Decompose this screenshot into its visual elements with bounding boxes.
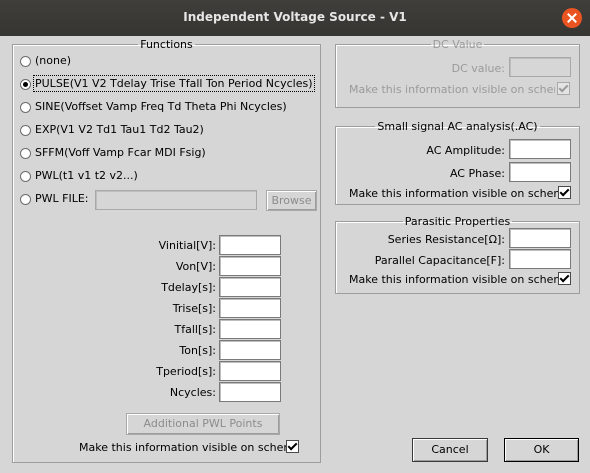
radio-sine[interactable] <box>20 102 31 113</box>
title-bar: Independent Voltage Source - V1 <box>0 0 590 36</box>
param-input-tdelay[interactable] <box>219 277 281 297</box>
ok-button[interactable]: OK <box>504 438 579 462</box>
dc-value-input[interactable] <box>509 57 571 77</box>
radio-label-pulse: PULSE(V1 V2 Tdelay Trise Tfall Ton Perio… <box>33 75 315 92</box>
radio-label-exp: EXP(V1 V2 Td1 Tau1 Td2 Tau2) <box>35 123 204 136</box>
window-title: Independent Voltage Source - V1 <box>183 10 407 24</box>
functions-visible-label: Make this information visible on schemat… <box>79 441 286 454</box>
param-input-trise[interactable] <box>219 298 281 318</box>
close-icon[interactable] <box>562 8 582 28</box>
param-input-ncycles[interactable] <box>219 382 281 402</box>
ac-phase-input[interactable] <box>509 162 571 182</box>
dc-visible-checkbox[interactable] <box>557 82 570 95</box>
param-label-tperiod: Tperiod[s]: <box>156 365 216 378</box>
param-label-ton: Ton[s]: <box>179 344 216 357</box>
param-label-von: Von[V]: <box>175 260 216 273</box>
param-input-ton[interactable] <box>219 340 281 360</box>
pwl-file-input[interactable] <box>95 190 257 210</box>
parasitic-visible-label: Make this information visible on schemat… <box>349 273 558 286</box>
parasitic-title: Parasitic Properties <box>404 215 511 228</box>
param-label-tfall: Tfall[s]: <box>174 323 216 336</box>
param-input-von[interactable] <box>219 256 281 276</box>
ac-amplitude-input[interactable] <box>509 139 571 159</box>
radio-pwl-file[interactable] <box>20 194 31 205</box>
radio-sffm[interactable] <box>20 148 31 159</box>
functions-visible-checkbox[interactable] <box>286 440 299 453</box>
parallel-capacitance-input[interactable] <box>509 249 571 269</box>
ac-analysis-title: Small signal AC analysis(.AC) <box>377 120 538 133</box>
series-resistance-label: Series Resistance[Ω]: <box>387 233 505 246</box>
dc-visible-label: Make this information visible on schemat… <box>349 83 555 96</box>
additional-pwl-points-button[interactable]: Additional PWL Points <box>126 413 280 435</box>
param-input-vinitial[interactable] <box>219 235 281 255</box>
parasitic-visible-checkbox[interactable] <box>558 272 571 285</box>
radio-pwl[interactable] <box>20 171 31 182</box>
ac-visible-label: Make this information visible on schemat… <box>349 187 558 200</box>
ac-phase-label: AC Phase: <box>449 167 505 180</box>
radio-none[interactable] <box>20 56 31 67</box>
radio-pulse[interactable] <box>20 79 31 90</box>
dc-value-title: DC Value <box>432 38 483 51</box>
browse-button[interactable]: Browse <box>266 190 317 211</box>
radio-label-sine: SINE(Voffset Vamp Freq Td Theta Phi Ncyc… <box>35 100 287 113</box>
param-label-tdelay: Tdelay[s]: <box>161 281 216 294</box>
radio-label-pwl: PWL(t1 v1 t2 v2...) <box>35 169 138 182</box>
cancel-button[interactable]: Cancel <box>412 438 488 462</box>
ac-visible-checkbox[interactable] <box>558 186 571 199</box>
parallel-capacitance-label: Parallel Capacitance[F]: <box>374 254 505 267</box>
series-resistance-input[interactable] <box>509 228 571 248</box>
ac-amplitude-label: AC Amplitude: <box>426 144 505 157</box>
param-input-tperiod[interactable] <box>219 361 281 381</box>
radio-label-pwl-file: PWL FILE: <box>35 192 89 205</box>
param-label-trise: Trise[s]: <box>172 302 216 315</box>
param-label-vinitial: Vinitial[V]: <box>158 239 216 252</box>
dc-value-label: DC value: <box>451 62 505 75</box>
radio-label-none: (none) <box>35 54 72 67</box>
radio-label-sffm: SFFM(Voff Vamp Fcar MDI Fsig) <box>35 146 206 159</box>
radio-exp[interactable] <box>20 125 31 136</box>
functions-title: Functions <box>140 38 193 51</box>
dialog-body: Functions (none) PULSE(V1 V2 Tdelay Tris… <box>0 36 590 473</box>
param-input-tfall[interactable] <box>219 319 281 339</box>
param-label-ncycles: Ncycles: <box>169 386 216 399</box>
